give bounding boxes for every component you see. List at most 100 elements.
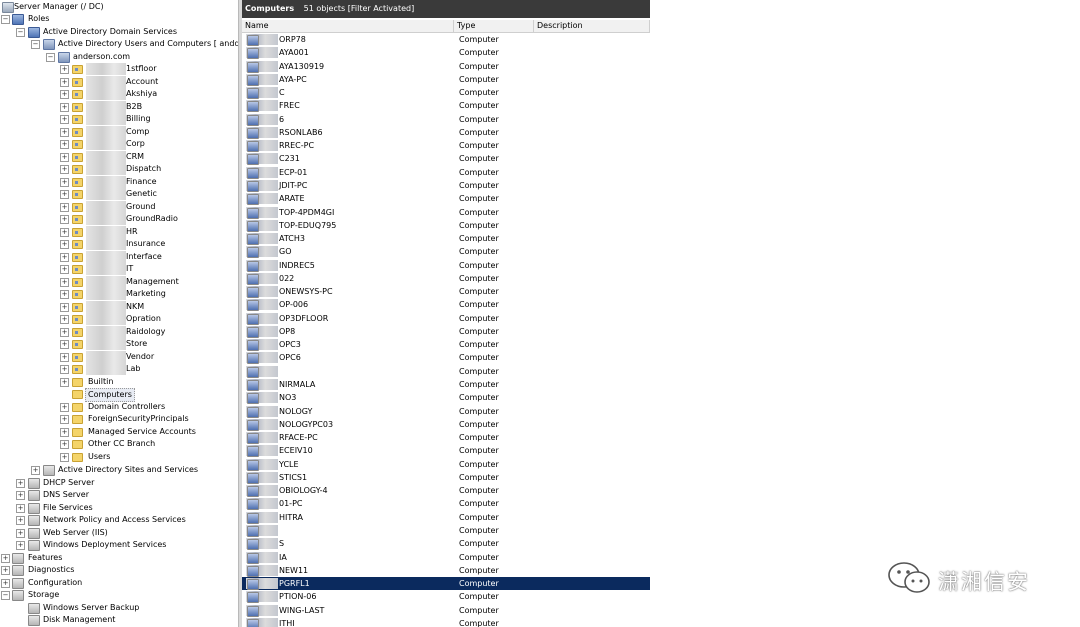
computer-row[interactable]: RREC-PC Computer: [242, 139, 650, 153]
expand-toggle-icon[interactable]: +: [60, 340, 69, 349]
computer-row[interactable]: GO Computer: [242, 245, 650, 259]
computer-row[interactable]: NEW11 Computer: [242, 564, 650, 577]
expand-toggle-icon[interactable]: +: [60, 128, 69, 137]
expand-toggle-icon[interactable]: +: [60, 415, 69, 424]
tree-adds[interactable]: − Active Directory Domain Services: [0, 26, 238, 38]
expand-toggle-icon[interactable]: +: [60, 315, 69, 324]
tree-role-item[interactable]: + Network Policy and Access Services: [0, 514, 238, 526]
tree-ou-item[interactable]: +1stfloor: [0, 63, 238, 75]
expand-toggle-icon[interactable]: +: [60, 378, 69, 387]
tree-ad-sites[interactable]: + Active Directory Sites and Services: [0, 464, 238, 476]
expand-toggle-icon[interactable]: +: [60, 190, 69, 199]
tree-container-item[interactable]: + Managed Service Accounts: [0, 426, 238, 438]
expand-toggle-icon[interactable]: +: [16, 541, 25, 550]
column-header-description[interactable]: Description: [534, 20, 650, 32]
tree-ou-item[interactable]: + Opration: [0, 313, 238, 325]
expand-toggle-icon[interactable]: +: [60, 278, 69, 287]
expand-toggle-icon[interactable]: +: [60, 265, 69, 274]
computer-row[interactable]: Computer: [242, 365, 650, 378]
expand-toggle-icon[interactable]: +: [1, 566, 10, 575]
expand-toggle-icon[interactable]: +: [60, 353, 69, 362]
computer-row[interactable]: JDIT-PC Computer: [242, 179, 650, 192]
tree-ou-item[interactable]: + Akshiya: [0, 88, 238, 100]
computer-row[interactable]: C231 Computer: [242, 152, 650, 166]
tree-container-item[interactable]: + ForeignSecurityPrincipals: [0, 413, 238, 425]
expand-toggle-icon[interactable]: +: [60, 65, 69, 74]
computer-row[interactable]: 022 Computer: [242, 272, 650, 285]
computer-row[interactable]: OPC6 Computer: [242, 351, 650, 365]
expand-toggle-icon[interactable]: +: [60, 140, 69, 149]
tree-ou-item[interactable]: + HR: [0, 226, 238, 238]
tree-container-item[interactable]: + Domain Controllers: [0, 401, 238, 413]
tree-container-item[interactable]: + Other CC Branch: [0, 438, 238, 450]
computer-row[interactable]: AYA-PC Computer: [242, 73, 650, 86]
computer-row[interactable]: FREC Computer: [242, 99, 650, 113]
tree-ou-item[interactable]: + Genetic: [0, 188, 238, 200]
tree-container-item[interactable]: + Users: [0, 451, 238, 463]
expand-toggle-icon[interactable]: +: [16, 529, 25, 538]
computer-row[interactable]: OP3DFLOOR Computer: [242, 312, 650, 325]
computer-row[interactable]: ATCH3 Computer: [242, 232, 650, 246]
expand-toggle-icon[interactable]: +: [60, 440, 69, 449]
tree-role-item[interactable]: + Web Server (IIS): [0, 527, 238, 539]
computer-row[interactable]: NIRMALA Computer: [242, 378, 650, 392]
tree-role-item[interactable]: + Windows Deployment Services: [0, 539, 238, 551]
tree-ou-item[interactable]: + Store: [0, 338, 238, 350]
expand-toggle-icon[interactable]: +: [60, 240, 69, 249]
tree-diagnostics[interactable]: + Diagnostics: [0, 564, 238, 576]
tree-role-item[interactable]: + DNS Server: [0, 489, 238, 501]
expand-toggle-icon[interactable]: +: [60, 328, 69, 337]
expand-toggle-icon[interactable]: +: [60, 115, 69, 124]
tree-ou-item[interactable]: + Vendor: [0, 351, 238, 363]
computer-row[interactable]: RFACE-PC Computer: [242, 431, 650, 445]
computer-row[interactable]: S Computer: [242, 537, 650, 551]
expand-toggle-icon[interactable]: +: [60, 78, 69, 87]
tree-ou-item[interactable]: + Lab: [0, 363, 238, 375]
tree-ou-item[interactable]: + B2B: [0, 101, 238, 113]
computer-row[interactable]: INDREC5 Computer: [242, 259, 650, 272]
expand-toggle-icon[interactable]: +: [60, 403, 69, 412]
expand-toggle-icon[interactable]: +: [1, 554, 10, 563]
computer-row[interactable]: 01-PC Computer: [242, 497, 650, 511]
tree-features[interactable]: + Features: [0, 552, 238, 564]
computer-row[interactable]: PTION-06 Computer: [242, 590, 650, 604]
computer-row[interactable]: OP8 Computer: [242, 325, 650, 338]
expand-toggle-icon[interactable]: +: [60, 178, 69, 187]
tree-ou-item[interactable]: + Billing: [0, 113, 238, 125]
tree-ou-item[interactable]: + Corp: [0, 138, 238, 150]
tree-ou-item[interactable]: + Management: [0, 276, 238, 288]
tree-domain[interactable]: − anderson.com: [0, 51, 238, 63]
collapse-toggle-icon[interactable]: −: [1, 15, 10, 24]
collapse-toggle-icon[interactable]: −: [1, 591, 10, 600]
computer-row[interactable]: PGRFL1 Computer: [242, 577, 650, 591]
collapse-toggle-icon[interactable]: −: [16, 28, 25, 37]
computer-row[interactable]: YCLE Computer: [242, 458, 650, 471]
tree-server-manager[interactable]: Server Manager (/ DC): [0, 1, 238, 13]
expand-toggle-icon[interactable]: +: [16, 516, 25, 525]
computer-row[interactable]: AYA130919 Computer: [242, 60, 650, 73]
tree-ou-item[interactable]: + Raidology: [0, 326, 238, 338]
expand-toggle-icon[interactable]: +: [16, 491, 25, 500]
tree-aduc[interactable]: − Active Directory Users and Computers [ …: [0, 38, 238, 50]
computer-row[interactable]: ARATE Computer: [242, 192, 650, 206]
computer-row[interactable]: Computer: [242, 524, 650, 537]
computer-row[interactable]: NOLOGYPC03 Computer: [242, 418, 650, 431]
computer-row[interactable]: TOP-EDUQ795 Computer: [242, 219, 650, 232]
computer-row[interactable]: TOP-4PDM4GI Computer: [242, 206, 650, 219]
tree-computers-container[interactable]: Computers: [0, 388, 238, 402]
expand-toggle-icon[interactable]: +: [60, 215, 69, 224]
expand-toggle-icon[interactable]: +: [60, 103, 69, 112]
expand-toggle-icon[interactable]: +: [1, 579, 10, 588]
tree-ou-item[interactable]: + Interface: [0, 251, 238, 263]
computer-row[interactable]: ONEWSYS-PC Computer: [242, 285, 650, 299]
console-tree[interactable]: Server Manager (/ DC) − Roles − Active Direc…: [0, 0, 238, 627]
column-header-name[interactable]: Name: [242, 20, 454, 32]
expand-toggle-icon[interactable]: +: [60, 203, 69, 212]
computer-row[interactable]: NOLOGY Computer: [242, 405, 650, 418]
computer-row[interactable]: AYA001 Computer: [242, 46, 650, 60]
computer-row[interactable]: IA Computer: [242, 551, 650, 564]
computer-row[interactable]: STICS1 Computer: [242, 471, 650, 484]
computer-row[interactable]: ORP78 Computer: [242, 33, 650, 46]
tree-ou-item[interactable]: + Account: [0, 76, 238, 88]
computer-row[interactable]: OBIOLOGY-4 Computer: [242, 484, 650, 498]
